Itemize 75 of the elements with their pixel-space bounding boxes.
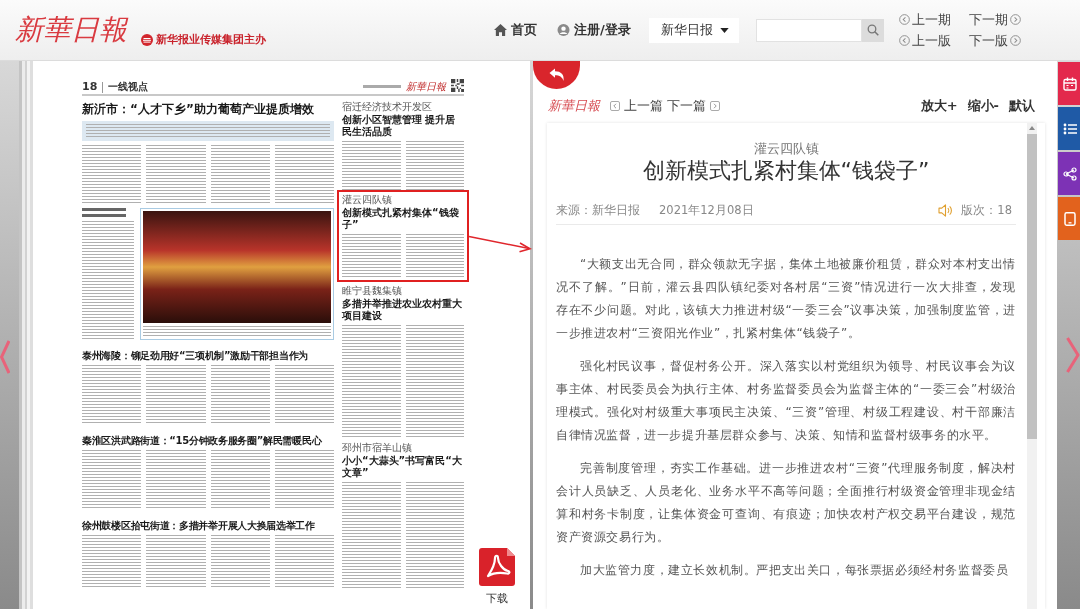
previous-article-link[interactable]: 上一篇	[610, 97, 663, 115]
qr-code-icon	[451, 79, 464, 92]
story-kicker: 邳州市宿羊山镇	[342, 442, 413, 454]
tablet-tab[interactable]	[1058, 197, 1080, 240]
tablet-icon	[1063, 211, 1077, 226]
issue-nav-link[interactable]: 上一期	[898, 10, 951, 29]
article-paragraph: “大额支出无合同，群众领款无字据，集体土地被廉价租赁，群众对本村支出情况不了解。”日前，灌云县四队镇纪委对各村居“三资”情况进行一次大排查，发现存在不少问题。对此，该镇大力推进村级“一委三会”议事决策，加强制度监管，进一步推进农村“三资阳光作业”，扎紧村集体“钱袋子”。	[556, 256, 1016, 342]
search-field[interactable]	[755, 18, 862, 42]
issue-nav-link[interactable]: 下一版	[968, 31, 1021, 50]
text-size-button[interactable]: 默认	[1009, 97, 1035, 115]
text-size-button[interactable]: 缩小-	[967, 97, 999, 115]
scrollbar-thumb[interactable]	[1027, 134, 1037, 439]
text-size-button[interactable]: 放大+	[920, 97, 958, 115]
next-article-link[interactable]: 下一篇	[667, 97, 720, 115]
article-paragraph: 强化村民议事，督促村务公开。深入落实以村党组织为领导、村民议事会为议事主体、村民委员会为执行主体、村务监督委员会为监督主体的“一委三会”村级治理模式。强化对村级重大事项民主决策、“三资”管理、村级工程建设、村干部廉洁自律情况监督，进一步提升基层群众参与、决策、知情和监督村级事务的水平。	[556, 358, 1016, 444]
emblem-icon	[141, 34, 153, 46]
article-paragraph: 完善制度管理，夯实工作基础。进一步推进农村“三资”代理服务制度，解决村会计人员缺乏、人员老化、业务水平不高等问题；全面推行村级资金管理非现金结算和村务卡制度，让集体资金可查询、有痕迹；加快农村产权交易平台建设，规范资产资源交易行为。	[556, 460, 1016, 546]
user-icon	[557, 24, 570, 36]
paper-dropdown[interactable]: 新华日报	[648, 17, 739, 43]
home-icon	[494, 24, 507, 36]
download-button[interactable]: 下载	[479, 548, 515, 605]
caret-icon	[719, 27, 729, 33]
pdf-file-icon	[479, 548, 515, 586]
story-kicker: 宿迁经济技术开发区	[342, 101, 433, 113]
chevron-right-circle-icon	[1009, 35, 1021, 46]
publisher-tagline: 新华报业传媒集团主办	[156, 33, 266, 47]
back-arrow-icon	[548, 68, 565, 82]
section-title: 一线视点	[108, 80, 149, 93]
story-headline: 创新模式扎紧村集体“钱袋子”	[342, 207, 460, 231]
scroll-up-icon[interactable]	[1029, 126, 1035, 130]
story-headline: 创新小区智慧管理 提升居民生活品质	[342, 114, 457, 138]
home-link[interactable]: 首页	[494, 21, 537, 39]
issue-nav-link[interactable]: 上一版	[898, 31, 951, 50]
calendar-tab[interactable]	[1058, 62, 1080, 105]
story-kicker: 睢宁县魏集镇	[342, 285, 403, 297]
scrollbar[interactable]	[1027, 123, 1037, 609]
text-column-drawing	[342, 234, 401, 278]
pointer-arrow	[468, 235, 532, 253]
story-headline: 泰州海陵：铆足劲用好“三项机制”激励干部担当作为	[82, 349, 309, 362]
calendar-icon	[1063, 76, 1077, 91]
chevron-left-circle-icon	[898, 35, 910, 46]
date-line-drawing	[363, 85, 401, 88]
story-headline: 徐州鼓楼区拾屯街道：多措并举开展人大换届选举工作	[82, 519, 316, 532]
story-headline: 多措并举推进农业农村重大项目建设	[342, 298, 463, 322]
article-kicker: 灌云四队镇	[752, 141, 820, 157]
site-logo[interactable]: 新華日報	[15, 12, 127, 48]
list-tab[interactable]	[1058, 107, 1080, 150]
text-column-drawing	[405, 234, 464, 278]
story-headline: 小小“大蒜头”书写富民“大文章”	[342, 455, 463, 479]
lead-headline: 新沂市：“人才下乡”助力葡萄产业提质增效	[82, 101, 315, 117]
share-tab[interactable]	[1058, 152, 1080, 195]
highlight-frame[interactable]: 灌云四队镇 创新模式扎紧村集体“钱袋子”	[337, 190, 469, 282]
page-number: 18	[82, 80, 98, 93]
chevron-left-box-icon	[610, 101, 620, 111]
login-link[interactable]: 注册/登录	[557, 21, 631, 39]
chevron-right-box-icon	[710, 101, 720, 111]
search-button[interactable]	[861, 18, 884, 42]
article-title: 创新模式扎紧村集体“钱袋子”	[641, 157, 931, 185]
chevron-right-circle-icon	[1009, 14, 1021, 25]
article-paragraph: 加大监管力度，建立长效机制。严把支出关口，每张票据必须经村务监督委员	[579, 562, 1010, 579]
page-edition: 版次：18	[961, 202, 1012, 218]
list-icon	[1063, 121, 1077, 136]
share-icon	[1063, 166, 1077, 181]
speaker-icon[interactable]	[938, 203, 954, 217]
story-kicker: 灌云四队镇	[342, 194, 393, 206]
site-logo[interactable]: 新華日報	[548, 97, 600, 115]
small-headline-drawing	[82, 208, 126, 217]
issue-nav-link[interactable]: 下一期	[968, 10, 1021, 29]
back-button[interactable]	[533, 61, 580, 89]
article-date: 2021年12月08日	[659, 202, 754, 218]
search-icon	[866, 24, 879, 36]
story-headline: 秦淮区洪武路街道：“15分钟政务服务圈”解民需暖民心	[82, 434, 323, 447]
chevron-left-circle-icon	[898, 14, 910, 25]
article-source: 来源：新华日报	[556, 202, 640, 218]
newspaper-masthead: 新華日報	[406, 80, 446, 93]
